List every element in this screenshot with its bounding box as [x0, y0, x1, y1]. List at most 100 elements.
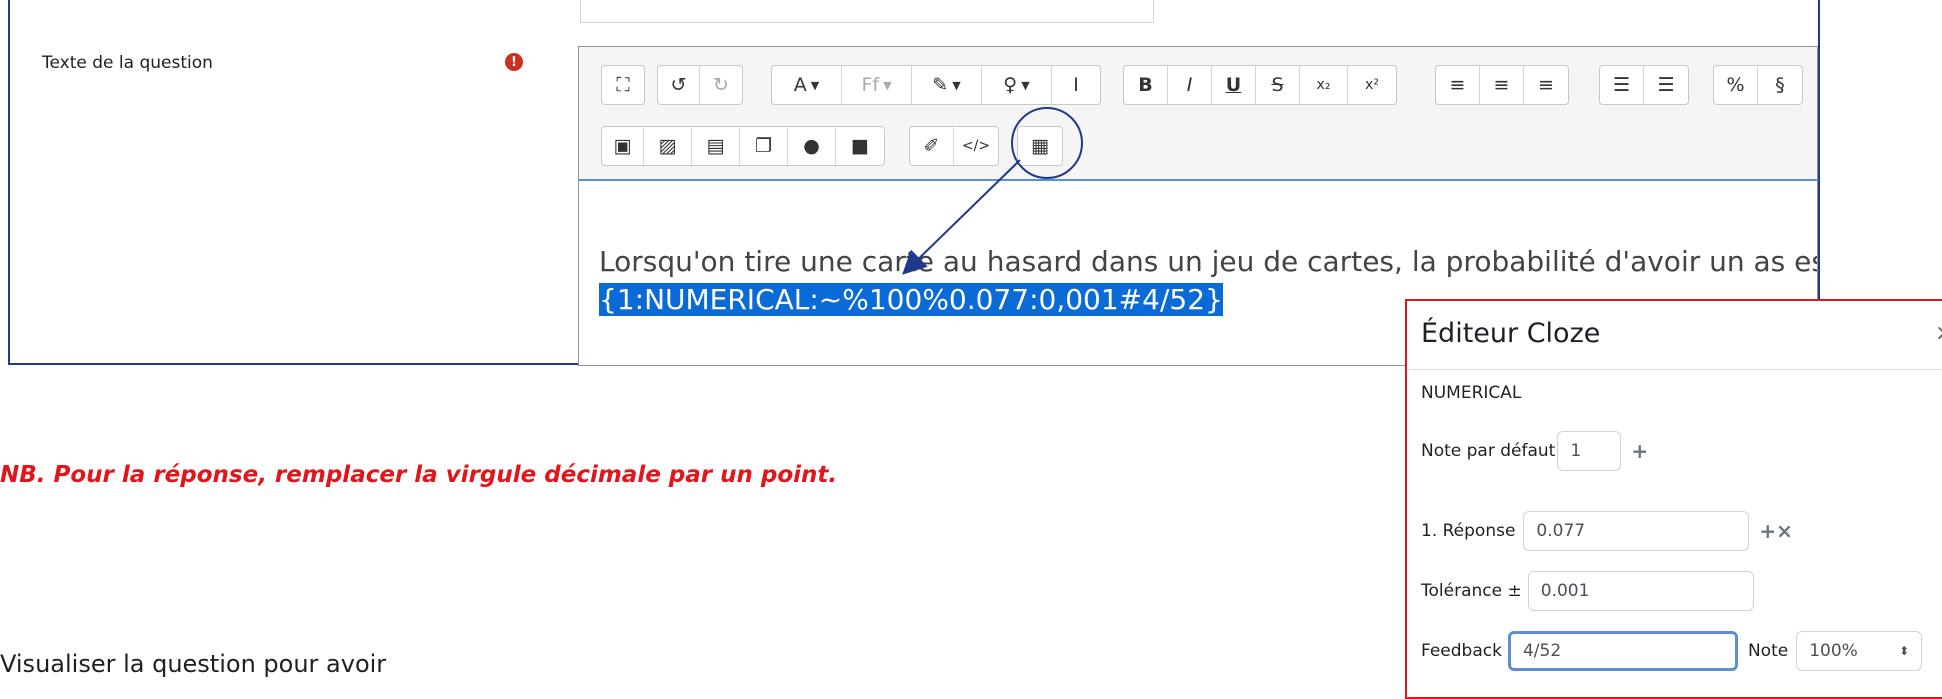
toolbar-group: ⛶	[601, 65, 645, 105]
outdent-icon: ☰	[1612, 74, 1631, 96]
editor-toolbar: ⛶ ↺ ↻ A ▼ Ff ▼ ✎ ▼ ♀ ▼ I B I U Sx₂ x² ≡ ≡ ≡ ☰ ☰% § ▣ ▨ ▤ ❐ ● ■ ✐ </> ▦	[579, 47, 1817, 181]
bulb-icon: ♀	[1003, 74, 1018, 96]
feedback-input[interactable]: 4/52	[1507, 631, 1738, 671]
caret-down-icon: ▼	[883, 78, 892, 92]
caret-down-icon: ▼	[1021, 78, 1030, 92]
align-center-icon: ≡	[1493, 74, 1510, 96]
toolbar-group: ↺ ↻	[657, 65, 743, 105]
toolbar-group: A ▼ Ff ▼ ✎ ▼ ♀ ▼ I	[771, 65, 1101, 105]
toolbar-group: ☰ ☰	[1599, 65, 1689, 105]
underline-button[interactable]: U	[1212, 66, 1256, 104]
answer-label: 1. Réponse	[1421, 521, 1516, 541]
underline-icon: U	[1225, 74, 1242, 96]
text-cursor-icon: I	[1073, 74, 1079, 96]
subscript-button[interactable]: x₂	[1300, 66, 1348, 104]
paste-icon: ▣	[613, 135, 632, 157]
caret-down-icon: ▼	[952, 78, 961, 92]
grade-label: Note	[1747, 641, 1789, 661]
align-right-icon: ≡	[1538, 74, 1554, 96]
record-video-button[interactable]: ■	[836, 127, 884, 165]
add-icon[interactable]: +	[1631, 439, 1648, 463]
answer-input[interactable]: 0.077	[1523, 511, 1750, 551]
italic-icon: I	[1186, 74, 1193, 96]
indent-icon: ☰	[1657, 74, 1675, 96]
default-mark-row: Note par défaut 1 +	[1421, 431, 1648, 471]
outdent-button[interactable]: ☰	[1600, 66, 1644, 104]
unlink-icon: §	[1775, 74, 1785, 96]
fullscreen-button[interactable]: ⛶	[602, 66, 644, 104]
media-button[interactable]: ▤	[692, 127, 740, 165]
align-center-button[interactable]: ≡	[1480, 66, 1524, 104]
highlight-button[interactable]: ♀ ▼	[982, 66, 1052, 104]
manage-files-button[interactable]: ❐	[740, 127, 788, 165]
undo-button[interactable]: ↺	[658, 66, 700, 104]
subscript-icon: x₂	[1316, 77, 1331, 93]
strikethrough-button[interactable]: S	[1256, 66, 1300, 104]
edit-icon: ✐	[923, 135, 940, 157]
unlink-button[interactable]: §	[1758, 66, 1802, 104]
undo-icon: ↺	[670, 74, 687, 96]
close-icon[interactable]: ×	[1935, 321, 1942, 346]
align-left-button[interactable]: ≡	[1436, 66, 1480, 104]
edit-button[interactable]: ✐	[910, 127, 954, 165]
question-type-row: NUMERICAL	[1421, 383, 1521, 403]
default-mark-label: Note par défaut	[1421, 441, 1556, 461]
text-cursor-button[interactable]: I	[1052, 66, 1100, 104]
paste-button[interactable]: ▣	[602, 127, 644, 165]
bold-button[interactable]: B	[1124, 66, 1168, 104]
toolbar-group: ✐ </>	[909, 126, 999, 166]
cloze-button-highlight-circle	[1011, 107, 1083, 179]
record-audio-button[interactable]: ●	[788, 127, 836, 165]
dialog-header: Éditeur Cloze ×	[1407, 301, 1942, 370]
required-icon: !	[505, 53, 523, 71]
indent-button[interactable]: ☰	[1644, 66, 1688, 104]
code-icon: </>	[961, 138, 991, 154]
question-type: NUMERICAL	[1421, 383, 1522, 403]
link-icon: %	[1726, 74, 1745, 96]
feedback-label: Feedback	[1421, 641, 1502, 661]
toolbar-group: % §	[1713, 65, 1803, 105]
selected-cloze-code: {1:NUMERICAL:~%100%0.077:0,001#4/52}	[599, 283, 1223, 316]
tolerance-row: Tolérance ± 0.001	[1421, 571, 1754, 611]
video-camera-icon: ■	[851, 135, 869, 157]
superscript-button[interactable]: x²	[1348, 66, 1396, 104]
preview-instruction: Visualiser la question pour avoir	[0, 650, 387, 678]
image-button[interactable]: ▨	[644, 127, 692, 165]
tolerance-label: Tolérance ±	[1421, 581, 1522, 601]
question-text-label: Texte de la question	[42, 53, 213, 73]
strikethrough-icon: S	[1271, 74, 1284, 96]
brush-button[interactable]: ✎ ▼	[912, 66, 982, 104]
toolbar-group: B I U Sx₂ x²	[1123, 65, 1397, 105]
cloze-editor-dialog: Éditeur Cloze × NUMERICAL Note par défau…	[1405, 299, 1942, 699]
font-family-button[interactable]: Ff ▼	[842, 66, 912, 104]
grade-value: 100%	[1809, 641, 1858, 661]
answer-row: 1. Réponse 0.077 +×	[1421, 511, 1793, 551]
default-mark-input[interactable]: 1	[1557, 431, 1622, 471]
html-button[interactable]: </>	[954, 127, 998, 165]
grade-select[interactable]: 100% ⬍	[1796, 631, 1923, 671]
add-remove-icon[interactable]: +×	[1759, 519, 1793, 543]
image-icon: ▨	[658, 135, 677, 157]
redo-icon: ↻	[713, 74, 729, 96]
redo-button[interactable]: ↻	[700, 66, 742, 104]
italic-button[interactable]: I	[1168, 66, 1212, 104]
align-left-icon: ≡	[1449, 74, 1466, 96]
media-file-icon: ▤	[706, 135, 725, 157]
superscript-icon: x²	[1365, 77, 1379, 93]
previous-field-input[interactable]	[580, 0, 1154, 23]
caret-down-icon: ▼	[810, 78, 820, 92]
content-line-1: Lorsqu'on tire une carte au hasard dans …	[599, 245, 1818, 278]
brush-icon: ✎	[932, 74, 949, 96]
toolbar-group: ≡ ≡ ≡	[1435, 65, 1569, 105]
tolerance-input[interactable]: 0.001	[1527, 571, 1754, 611]
font-family-icon: Ff	[861, 74, 880, 96]
feedback-row: Feedback 4/52 Note 100% ⬍	[1421, 631, 1923, 671]
font-color-button[interactable]: A ▼	[772, 66, 842, 104]
decimal-note: NB. Pour la réponse, remplacer la virgul…	[0, 462, 838, 488]
align-right-button[interactable]: ≡	[1524, 66, 1568, 104]
font-color-icon: A	[793, 74, 807, 96]
bold-icon: B	[1138, 74, 1153, 96]
expand-icon: ⛶	[616, 74, 630, 96]
microphone-icon: ●	[803, 135, 820, 157]
link-button[interactable]: %	[1714, 66, 1758, 104]
